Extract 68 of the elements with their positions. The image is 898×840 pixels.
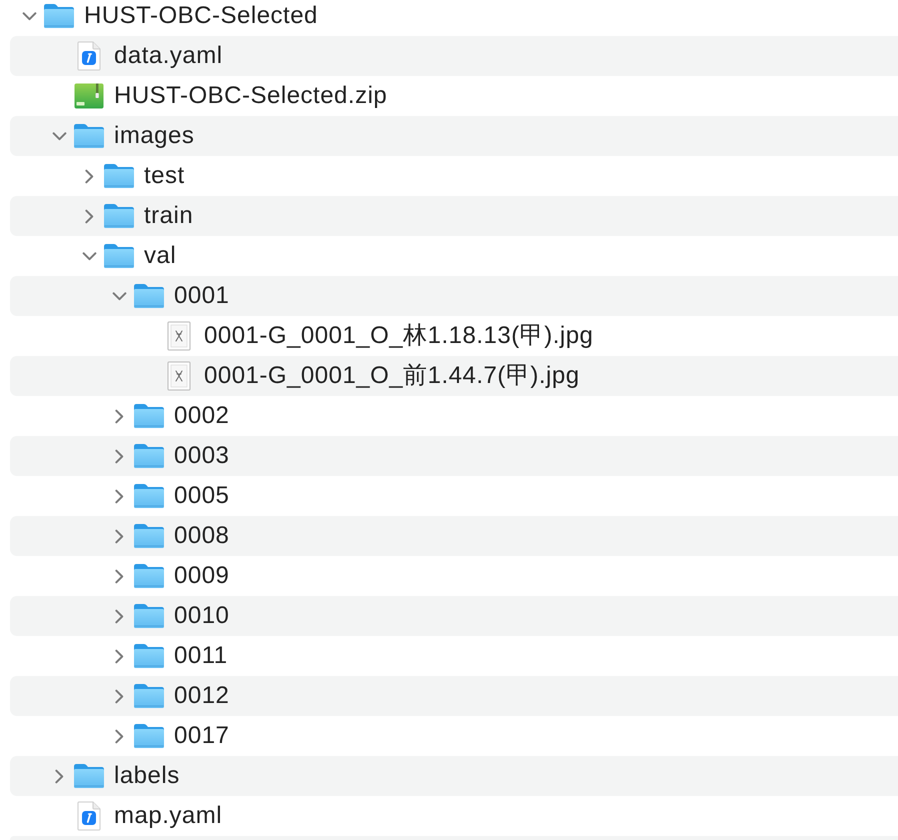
image-file-icon	[167, 321, 191, 351]
folder-icon	[133, 523, 165, 549]
zip-archive-icon	[74, 83, 104, 109]
folder-name: 0001	[174, 281, 230, 311]
chevron-right-icon[interactable]	[114, 528, 124, 544]
yaml-file-icon	[77, 801, 101, 831]
image-file-icon	[167, 361, 191, 391]
folder-icon	[133, 443, 165, 469]
folder-name: 0012	[174, 681, 230, 711]
list-row[interactable]: 0012	[10, 676, 898, 716]
folder-name: test	[144, 161, 185, 191]
chevron-right-icon[interactable]	[84, 208, 94, 224]
list-row[interactable]: 0001	[10, 276, 898, 316]
chevron-right-icon[interactable]	[114, 408, 124, 424]
folder-icon	[73, 763, 105, 789]
chevron-right-icon[interactable]	[54, 768, 64, 784]
chevron-right-icon[interactable]	[84, 168, 94, 184]
folder-name: labels	[114, 761, 180, 791]
folder-icon	[43, 3, 75, 29]
folder-name: 0008	[174, 521, 230, 551]
folder-name: 0005	[174, 481, 230, 511]
folder-name: train	[144, 201, 194, 231]
list-row[interactable]: train	[10, 196, 898, 236]
file-name: HUST-OBC-Selected.zip	[114, 81, 388, 111]
folder-icon	[133, 723, 165, 749]
folder-name: images	[114, 121, 194, 151]
folder-icon	[133, 603, 165, 629]
list-row[interactable]: 0008	[10, 516, 898, 556]
chevron-down-icon[interactable]	[112, 292, 126, 300]
list-row[interactable]: 0003	[10, 436, 898, 476]
folder-name: 0011	[174, 641, 228, 671]
folder-icon	[133, 283, 165, 309]
chevron-right-icon[interactable]	[114, 488, 124, 504]
folder-icon	[133, 643, 165, 669]
chevron-right-icon[interactable]	[114, 608, 124, 624]
folder-name: 0003	[174, 441, 230, 471]
folder-icon	[133, 403, 165, 429]
folder-icon	[133, 563, 165, 589]
folder-name: HUST-OBC-Selected	[84, 1, 318, 31]
folder-name: 0010	[174, 601, 230, 631]
chevron-down-icon[interactable]	[82, 252, 96, 260]
folder-icon	[103, 163, 135, 189]
chevron-right-icon[interactable]	[114, 728, 124, 744]
chevron-right-icon[interactable]	[114, 568, 124, 584]
list-row[interactable]: 0010	[10, 596, 898, 636]
folder-icon	[103, 243, 135, 269]
list-row[interactable]: data.yaml	[10, 36, 898, 76]
file-name: 0001-G_0001_O_林1.18.13(甲).jpg	[204, 321, 594, 351]
folder-name: val	[144, 241, 176, 271]
folder-name: 0017	[174, 721, 230, 751]
list-row[interactable]: labels	[10, 756, 898, 796]
list-row[interactable]: 0001-G_0001_O_前1.44.7(甲).jpg	[10, 356, 898, 396]
folder-icon	[133, 483, 165, 509]
list-row[interactable]: images	[10, 116, 898, 156]
folder-name: 0009	[174, 561, 230, 591]
file-name: map.yaml	[114, 801, 222, 831]
chevron-down-icon[interactable]	[22, 12, 36, 20]
folder-icon	[133, 683, 165, 709]
chevron-right-icon[interactable]	[114, 648, 124, 664]
chevron-right-icon[interactable]	[114, 448, 124, 464]
folder-name: 0002	[174, 401, 230, 431]
yaml-file-icon	[77, 41, 101, 71]
folder-icon	[103, 203, 135, 229]
file-name: 0001-G_0001_O_前1.44.7(甲).jpg	[204, 361, 580, 391]
chevron-down-icon[interactable]	[52, 132, 66, 140]
file-name: data.yaml	[114, 41, 223, 71]
folder-icon	[73, 123, 105, 149]
chevron-right-icon[interactable]	[114, 688, 124, 704]
